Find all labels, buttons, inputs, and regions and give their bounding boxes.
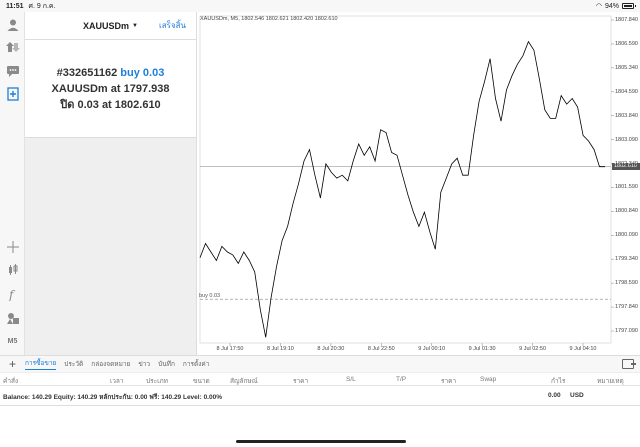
- app-window: 11:51 ศ. 9 ก.ค. ◠ 94% f M5 XAUUSDm ▼ เสร…: [0, 0, 640, 447]
- symbol-label: XAUUSDm: [83, 20, 130, 31]
- open-prefix: XAUUSDm at: [51, 82, 121, 95]
- candles-icon[interactable]: [4, 261, 21, 278]
- new-order-icon[interactable]: [4, 85, 21, 102]
- y-tick-label: 1806.590: [615, 40, 638, 47]
- y-tick-label: 1804.590: [615, 88, 638, 95]
- x-tick-label: 9 Jul 01:30: [468, 346, 496, 352]
- battery-percent: 94%: [604, 2, 619, 10]
- y-tick-label: 1800.090: [615, 232, 638, 239]
- battery-icon: [622, 3, 636, 9]
- export-icon[interactable]: [622, 359, 636, 369]
- col-order[interactable]: คำสั่ง: [3, 376, 18, 386]
- x-tick-label: 9 Jul 02:50: [519, 346, 547, 352]
- close-prefix: ปิด 0.03 at: [60, 98, 112, 111]
- svg-text:f: f: [8, 288, 16, 301]
- account-icon[interactable]: [4, 16, 21, 33]
- order-panel-header: XAUUSDm ▼ เสร็จสิ้น: [25, 12, 196, 40]
- col-size[interactable]: ขนาด: [193, 376, 210, 386]
- col-symbol[interactable]: สัญลักษณ์: [230, 376, 258, 386]
- col-type[interactable]: ประเภท: [146, 376, 168, 386]
- y-tick-label: 1798.590: [615, 280, 638, 287]
- chevron-down-icon: ▼: [132, 22, 138, 29]
- col-comment[interactable]: หมายเหตุ: [597, 376, 624, 386]
- y-tick-label: 1807.840: [615, 17, 638, 23]
- objects-icon[interactable]: [4, 309, 21, 326]
- col-price[interactable]: ราคา: [293, 376, 308, 386]
- open-price: 1797.938: [123, 82, 170, 95]
- tab-news[interactable]: ข่าว: [138, 359, 150, 369]
- chart-canvas: [199, 15, 614, 346]
- done-button[interactable]: เสร็จสิ้น: [159, 19, 186, 32]
- order-side: buy 0.03: [120, 66, 165, 79]
- col-tp[interactable]: T/P: [396, 376, 406, 383]
- toolbox-tabs: + การซื้อขาย ประวัติ กล่องจดหมาย ข่าว บั…: [0, 355, 640, 372]
- status-bar: 11:51 ศ. 9 ก.ค. ◠ 94%: [0, 0, 640, 12]
- col-current-price[interactable]: ราคา: [441, 376, 456, 386]
- tab-history[interactable]: ประวัติ: [64, 359, 83, 369]
- tab-mailbox[interactable]: กล่องจดหมาย: [91, 359, 130, 369]
- left-toolbar: f M5: [0, 12, 25, 355]
- chart-info: XAUUSDm, M5, 1802.546 1802.621 1802.420 …: [200, 16, 338, 22]
- y-tick-label: 1802.340: [615, 160, 638, 167]
- y-tick-label: 1805.340: [615, 64, 638, 71]
- symbol-selector[interactable]: XAUUSDm ▼: [83, 21, 138, 31]
- x-tick-label: 8 Jul 22:50: [367, 346, 395, 352]
- total-profit: 0.00: [548, 392, 561, 399]
- order-ticket-line: #332651162 buy 0.03: [57, 65, 165, 81]
- closed-order-summary: #332651162 buy 0.03 XAUUSDm at 1797.938 …: [25, 40, 196, 138]
- open-price-line: XAUUSDm at 1797.938: [51, 81, 169, 97]
- col-swap[interactable]: Swap: [480, 376, 496, 383]
- balance-row: Balance: 140.29 Equity: 140.29 หลักประกั…: [0, 386, 640, 406]
- account-currency: USD: [570, 392, 584, 399]
- y-tick-label: 1797.840: [615, 304, 638, 311]
- y-tick-label: 1797.090: [615, 328, 638, 334]
- col-profit[interactable]: กำไร: [551, 376, 565, 386]
- y-tick-label: 1801.590: [615, 184, 638, 191]
- buy-level-label: buy 0.03: [199, 293, 221, 299]
- status-time: 11:51: [6, 2, 24, 10]
- x-tick-label: 8 Jul 17:50: [216, 346, 244, 352]
- trade-table-header: คำสั่ง เวลา ประเภท ขนาด สัญลักษณ์ ราคา S…: [0, 372, 640, 386]
- price-chart[interactable]: XAUUSDm, M5, 1802.546 1802.621 1802.420 …: [197, 12, 640, 355]
- trade-icon[interactable]: [4, 38, 21, 55]
- tab-settings[interactable]: การตั้งค่า: [183, 359, 209, 369]
- col-time[interactable]: เวลา: [110, 376, 124, 386]
- price-series-line: [199, 40, 605, 338]
- crosshair-icon[interactable]: [4, 238, 21, 255]
- wifi-icon: ◠: [595, 3, 602, 10]
- function-icon[interactable]: f: [4, 285, 21, 302]
- y-tick-label: 1800.840: [615, 208, 638, 215]
- balance-summary: Balance: 140.29 Equity: 140.29 หลักประกั…: [3, 394, 222, 401]
- tab-journal[interactable]: บันทึก: [158, 359, 175, 369]
- chat-icon[interactable]: [4, 62, 21, 79]
- x-tick-label: 9 Jul 04:10: [569, 346, 597, 352]
- y-tick-label: 1803.090: [615, 136, 638, 143]
- x-tick-label: 9 Jul 00:10: [418, 346, 446, 352]
- plot-frame: [199, 15, 612, 344]
- close-price-line: ปิด 0.03 at 1802.610: [60, 97, 160, 113]
- x-tick-label: 8 Jul 20:30: [317, 346, 345, 352]
- y-tick-label: 1799.340: [615, 256, 638, 263]
- order-panel: XAUUSDm ▼ เสร็จสิ้น #332651162 buy 0.03 …: [25, 12, 197, 355]
- timeframe-button[interactable]: M5: [4, 333, 21, 350]
- order-ticket: #332651162: [56, 66, 118, 79]
- status-date: ศ. 9 ก.ค.: [28, 2, 56, 10]
- y-tick-label: 1803.840: [615, 112, 638, 119]
- tab-trade[interactable]: การซื้อขาย: [25, 358, 57, 370]
- close-price: 1802.610: [114, 98, 161, 111]
- col-sl[interactable]: S/L: [346, 376, 356, 383]
- add-icon[interactable]: +: [0, 357, 25, 371]
- home-indicator[interactable]: [236, 440, 406, 443]
- x-tick-label: 8 Jul 19:10: [266, 346, 294, 352]
